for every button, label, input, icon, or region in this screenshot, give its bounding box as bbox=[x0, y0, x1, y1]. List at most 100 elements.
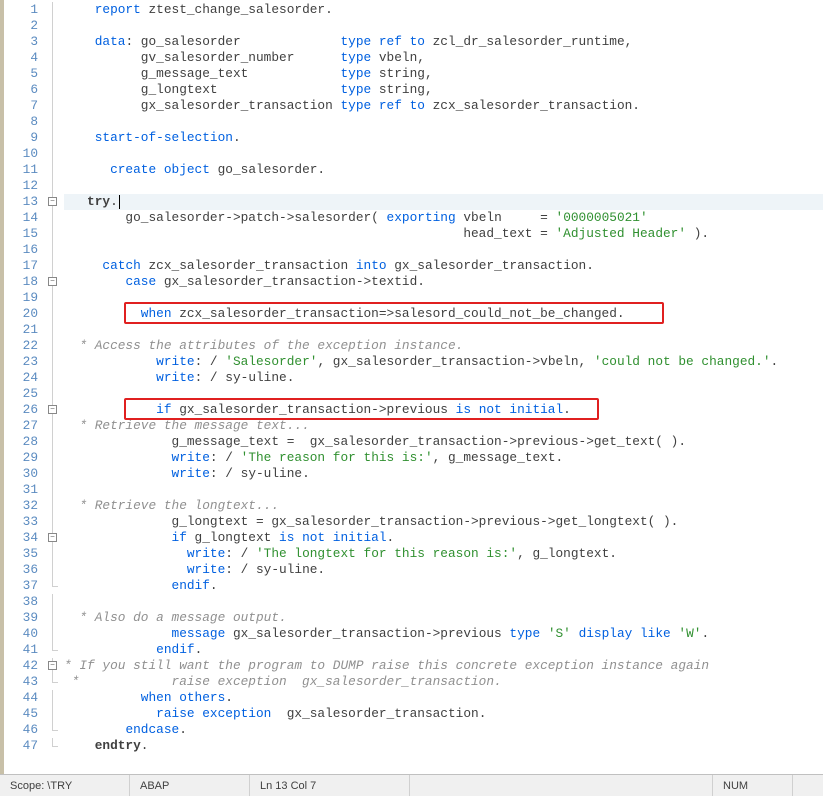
token: : / sy-uline. bbox=[225, 562, 325, 577]
code-line[interactable]: write: / sy-uline. bbox=[64, 562, 823, 578]
code-line[interactable] bbox=[64, 482, 823, 498]
code-line[interactable]: head_text = 'Adjusted Header' ). bbox=[64, 226, 823, 242]
fold-slot bbox=[44, 18, 64, 34]
code-line[interactable]: when zcx_salesorder_transaction=>salesor… bbox=[64, 306, 823, 322]
fold-slot[interactable]: − bbox=[44, 274, 64, 290]
token: type bbox=[340, 50, 371, 65]
code-line[interactable]: raise exception gx_salesorder_transactio… bbox=[64, 706, 823, 722]
fold-slot bbox=[44, 290, 64, 306]
fold-slot bbox=[44, 610, 64, 626]
code-line[interactable] bbox=[64, 290, 823, 306]
token: 'Adjusted Header' bbox=[555, 226, 686, 241]
code-line[interactable]: go_salesorder->patch->salesorder( export… bbox=[64, 210, 823, 226]
code-line[interactable] bbox=[64, 114, 823, 130]
line-number: 38 bbox=[4, 594, 44, 610]
fold-slot bbox=[44, 146, 64, 162]
token: type bbox=[509, 626, 540, 641]
token: gx_salesorder_transaction. bbox=[387, 258, 594, 273]
code-line[interactable] bbox=[64, 242, 823, 258]
code-line[interactable] bbox=[64, 18, 823, 34]
code-area[interactable]: report ztest_change_salesorder. data: go… bbox=[64, 0, 823, 774]
token: string, bbox=[371, 82, 432, 97]
code-line[interactable]: report ztest_change_salesorder. bbox=[64, 2, 823, 18]
token bbox=[64, 546, 187, 561]
line-number: 40 bbox=[4, 626, 44, 642]
code-line[interactable]: g_message_text = gx_salesorder_transacti… bbox=[64, 434, 823, 450]
token bbox=[64, 258, 102, 273]
fold-slot bbox=[44, 258, 64, 274]
code-line[interactable] bbox=[64, 178, 823, 194]
token: start-of-selection bbox=[95, 130, 233, 145]
code-line[interactable] bbox=[64, 146, 823, 162]
line-number: 34 bbox=[4, 530, 44, 546]
token bbox=[540, 626, 548, 641]
code-line[interactable]: try. bbox=[64, 194, 823, 210]
fold-slot bbox=[44, 722, 64, 738]
code-editor[interactable]: 1234567891011121314151617181920212223242… bbox=[0, 0, 823, 774]
code-line[interactable]: if gx_salesorder_transaction->previous i… bbox=[64, 402, 823, 418]
fold-slot[interactable]: − bbox=[44, 530, 64, 546]
line-number: 10 bbox=[4, 146, 44, 162]
token: , gx_salesorder_transaction->vbeln, bbox=[317, 354, 593, 369]
code-line[interactable]: g_message_text type string, bbox=[64, 66, 823, 82]
code-line[interactable]: write: / sy-uline. bbox=[64, 370, 823, 386]
code-line[interactable]: * Retrieve the longtext... bbox=[64, 498, 823, 514]
code-line[interactable]: data: go_salesorder type ref to zcl_dr_s… bbox=[64, 34, 823, 50]
code-line[interactable]: catch zcx_salesorder_transaction into gx… bbox=[64, 258, 823, 274]
code-line[interactable]: * Retrieve the message text... bbox=[64, 418, 823, 434]
fold-column[interactable]: − − − − − bbox=[44, 0, 64, 774]
code-line[interactable]: case gx_salesorder_transaction->textid. bbox=[64, 274, 823, 290]
code-line[interactable]: g_longtext type string, bbox=[64, 82, 823, 98]
token: * If you still want the program to DUMP … bbox=[64, 658, 709, 673]
code-line[interactable]: endcase. bbox=[64, 722, 823, 738]
fold-minus-icon[interactable]: − bbox=[48, 197, 57, 206]
code-line[interactable]: g_longtext = gx_salesorder_transaction->… bbox=[64, 514, 823, 530]
code-line[interactable]: write: / sy-uline. bbox=[64, 466, 823, 482]
code-line[interactable]: gx_salesorder_transaction type ref to zc… bbox=[64, 98, 823, 114]
token: into bbox=[356, 258, 387, 273]
token: : / bbox=[225, 546, 256, 561]
code-line[interactable] bbox=[64, 386, 823, 402]
fold-slot bbox=[44, 354, 64, 370]
fold-slot bbox=[44, 578, 64, 594]
line-number: 24 bbox=[4, 370, 44, 386]
fold-minus-icon[interactable]: − bbox=[48, 661, 57, 670]
fold-slot[interactable]: − bbox=[44, 658, 64, 674]
code-line[interactable]: * Also do a message output. bbox=[64, 610, 823, 626]
token: . bbox=[771, 354, 779, 369]
token: try bbox=[87, 194, 110, 209]
fold-slot[interactable]: − bbox=[44, 194, 64, 210]
code-line[interactable]: * Access the attributes of the exception… bbox=[64, 338, 823, 354]
code-line[interactable]: endif. bbox=[64, 642, 823, 658]
token: , g_message_text. bbox=[433, 450, 564, 465]
fold-slot bbox=[44, 466, 64, 482]
fold-minus-icon[interactable]: − bbox=[48, 277, 57, 286]
token bbox=[64, 242, 72, 257]
fold-minus-icon[interactable]: − bbox=[48, 405, 57, 414]
fold-slot[interactable]: − bbox=[44, 402, 64, 418]
token: type bbox=[340, 82, 371, 97]
code-line[interactable]: write: / 'The reason for this is:', g_me… bbox=[64, 450, 823, 466]
code-line[interactable]: write: / 'Salesorder', gx_salesorder_tra… bbox=[64, 354, 823, 370]
token: 'S' bbox=[548, 626, 571, 641]
code-line[interactable]: if g_longtext is not initial. bbox=[64, 530, 823, 546]
text-cursor bbox=[119, 195, 120, 209]
code-line[interactable]: endtry. bbox=[64, 738, 823, 754]
token: head_text = bbox=[64, 226, 555, 241]
code-line[interactable] bbox=[64, 594, 823, 610]
token: report bbox=[95, 2, 141, 17]
code-line[interactable]: start-of-selection. bbox=[64, 130, 823, 146]
token: when bbox=[141, 306, 172, 321]
code-line[interactable]: * raise exception gx_salesorder_transact… bbox=[64, 674, 823, 690]
code-line[interactable]: endif. bbox=[64, 578, 823, 594]
code-line[interactable] bbox=[64, 322, 823, 338]
token: * Access the attributes of the exception… bbox=[64, 338, 463, 353]
code-line[interactable]: * If you still want the program to DUMP … bbox=[64, 658, 823, 674]
code-line[interactable]: create object go_salesorder. bbox=[64, 162, 823, 178]
line-number-gutter[interactable]: 1234567891011121314151617181920212223242… bbox=[4, 0, 44, 774]
code-line[interactable]: write: / 'The longtext for this reason i… bbox=[64, 546, 823, 562]
code-line[interactable]: gv_salesorder_number type vbeln, bbox=[64, 50, 823, 66]
code-line[interactable]: message gx_salesorder_transaction->previ… bbox=[64, 626, 823, 642]
fold-minus-icon[interactable]: − bbox=[48, 533, 57, 542]
code-line[interactable]: when others. bbox=[64, 690, 823, 706]
